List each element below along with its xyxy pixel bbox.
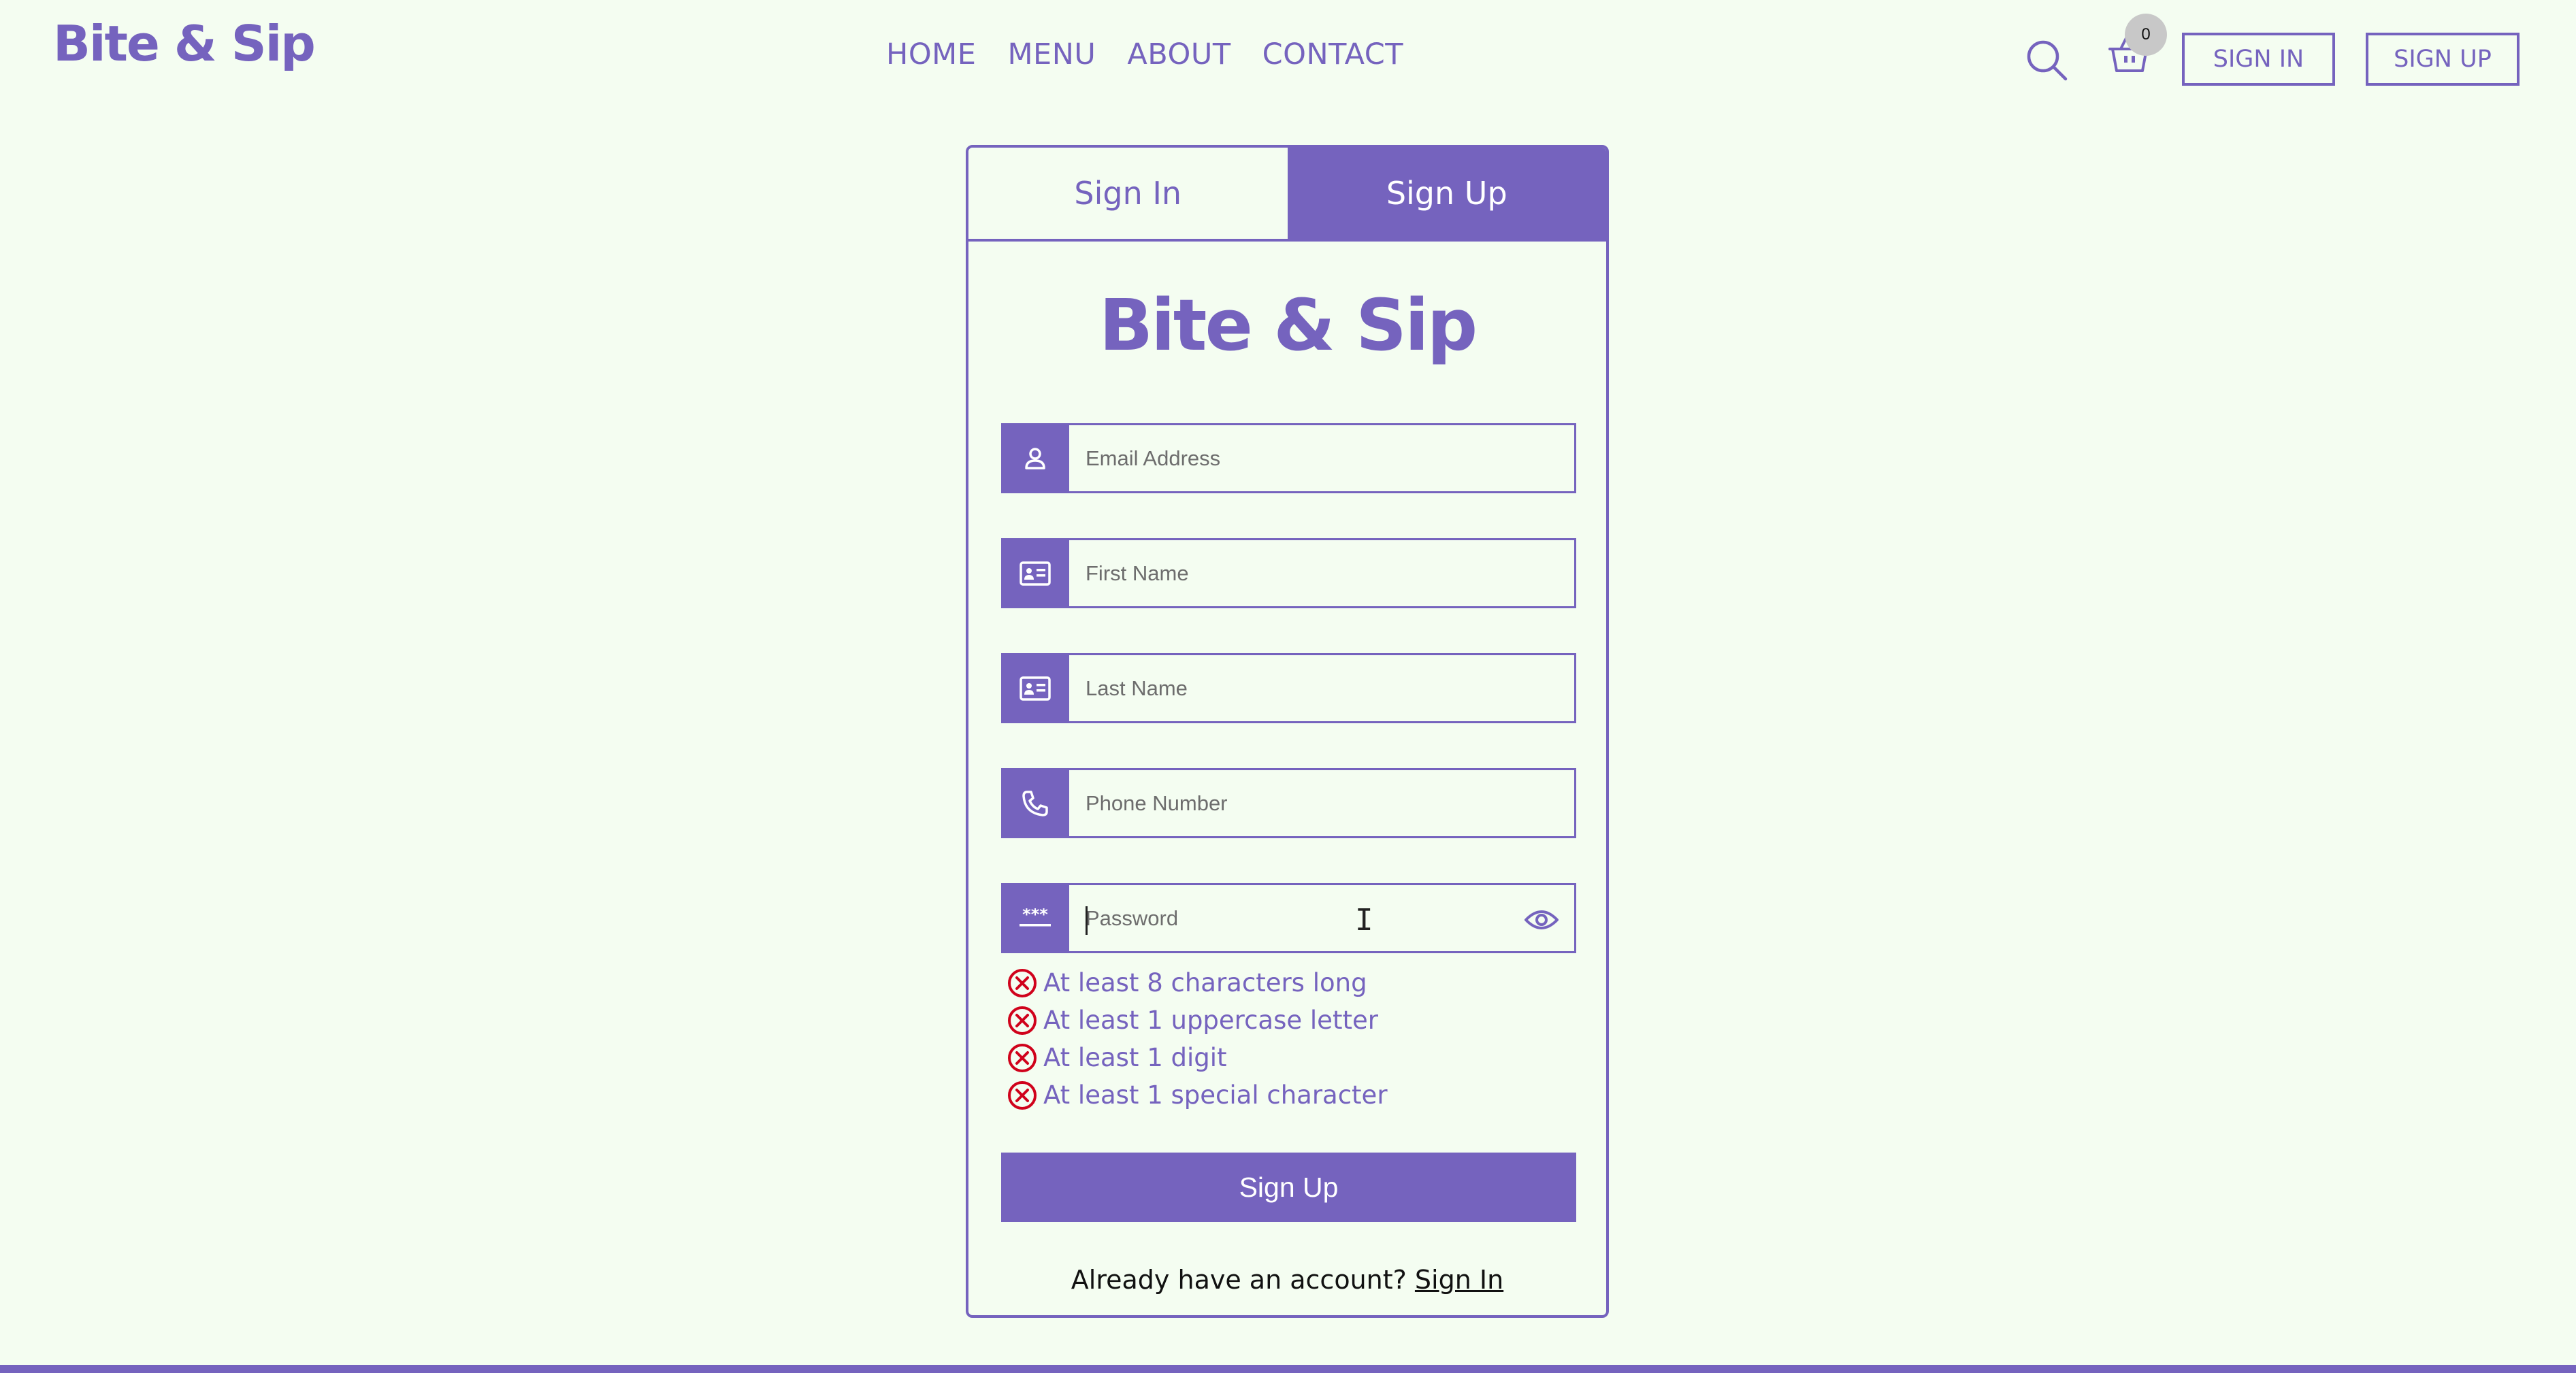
main-nav: HOME MENU ABOUT CONTACT: [886, 37, 1403, 71]
search-icon[interactable]: [2025, 38, 2070, 83]
header-signin-button[interactable]: SIGN IN: [2182, 33, 2335, 86]
last-name-input[interactable]: [1069, 655, 1574, 721]
tab-signin[interactable]: Sign In: [968, 148, 1288, 239]
list-item: At least 1 special character: [1007, 1076, 1388, 1114]
text-caret: [1086, 906, 1088, 935]
email-input[interactable]: [1069, 425, 1574, 491]
password-field: *** I: [1001, 883, 1576, 953]
auth-card: Sign In Sign Up Bite & Sip Email Address…: [966, 145, 1609, 1318]
first-name-input[interactable]: [1069, 540, 1574, 606]
rule-text: At least 8 characters long: [1043, 968, 1367, 997]
phone-field: [1001, 768, 1576, 838]
brand-logo[interactable]: Bite & Sip: [53, 15, 316, 72]
nav-home[interactable]: HOME: [886, 37, 976, 71]
signin-prompt: Already have an account? Sign In: [968, 1265, 1606, 1295]
email-field: [1001, 423, 1576, 493]
signin-prompt-text: Already have an account?: [1071, 1265, 1407, 1295]
last-name-field: [1001, 653, 1576, 723]
error-x-icon: [1007, 967, 1038, 999]
phone-icon: [1001, 768, 1069, 838]
eye-icon[interactable]: [1522, 902, 1561, 938]
svg-text:***: ***: [1022, 908, 1048, 924]
rule-text: At least 1 digit: [1043, 1043, 1227, 1072]
first-name-field: [1001, 538, 1576, 608]
cart-count-badge: 0: [2125, 14, 2167, 56]
signin-link[interactable]: Sign In: [1415, 1265, 1503, 1295]
password-input[interactable]: [1069, 885, 1574, 951]
footer-bar: [0, 1365, 2576, 1373]
password-requirements: At least 8 characters long At least 1 up…: [1007, 964, 1388, 1114]
tab-signup[interactable]: Sign Up: [1287, 148, 1606, 239]
nav-about[interactable]: ABOUT: [1127, 37, 1230, 71]
card-logo: Bite & Sip: [1098, 284, 1478, 367]
nav-contact[interactable]: CONTACT: [1262, 37, 1403, 71]
rule-text: At least 1 uppercase letter: [1043, 1006, 1378, 1035]
phone-input[interactable]: [1069, 770, 1574, 836]
id-card-icon: [1001, 538, 1069, 608]
nav-menu[interactable]: MENU: [1007, 37, 1096, 71]
password-icon: ***: [1001, 883, 1069, 953]
header-signup-button[interactable]: SIGN UP: [2366, 33, 2520, 86]
signup-submit-button[interactable]: Sign Up: [1001, 1153, 1576, 1222]
user-icon: [1001, 423, 1069, 493]
rule-text: At least 1 special character: [1043, 1080, 1388, 1110]
mouse-text-cursor: I: [1355, 903, 1373, 938]
list-item: At least 1 uppercase letter: [1007, 1002, 1388, 1039]
error-x-icon: [1007, 1080, 1038, 1111]
list-item: At least 1 digit: [1007, 1039, 1388, 1076]
auth-tabs: Sign In Sign Up: [968, 148, 1606, 242]
list-item: At least 8 characters long: [1007, 964, 1388, 1002]
error-x-icon: [1007, 1005, 1038, 1036]
error-x-icon: [1007, 1042, 1038, 1074]
id-card-icon: [1001, 653, 1069, 723]
